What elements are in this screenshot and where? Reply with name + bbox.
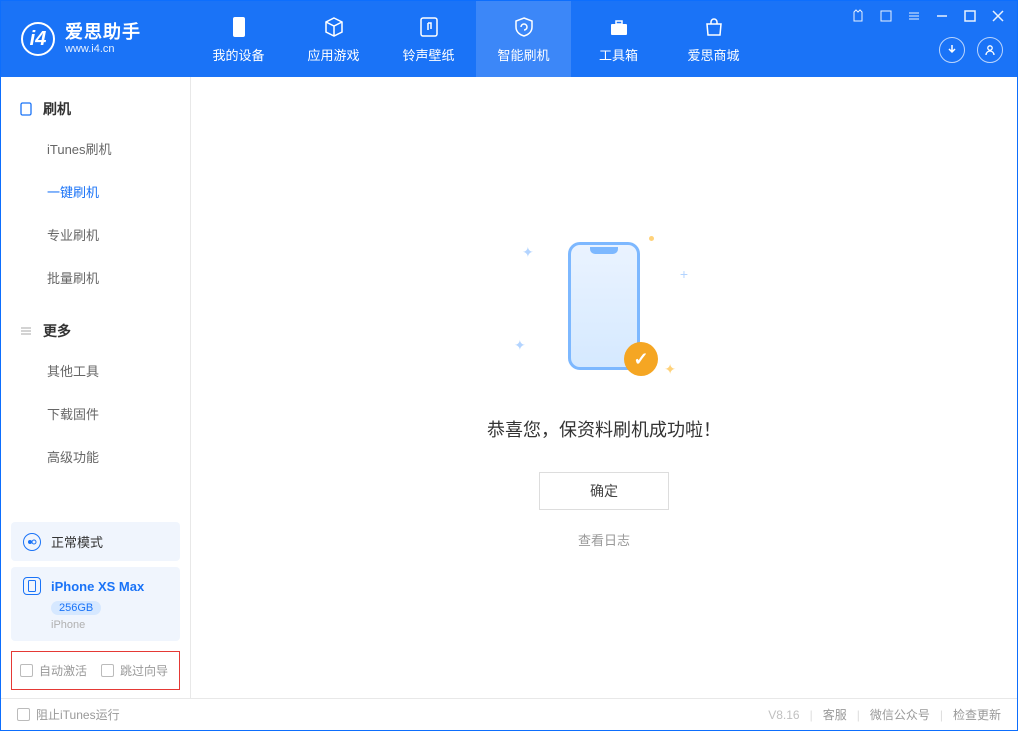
note-icon[interactable] — [879, 9, 893, 23]
header-right-circles — [939, 37, 1003, 63]
music-icon — [417, 15, 441, 39]
sidebar-item-pro-flash[interactable]: 专业刷机 — [1, 213, 190, 256]
logo-title: 爱思助手 — [65, 22, 141, 44]
main-content: ✦ ✦ + ✦ ✓ 恭喜您，保资料刷机成功啦！ 确定 查看日志 — [191, 77, 1017, 698]
download-circle-icon[interactable] — [939, 37, 965, 63]
sidebar-item-other-tools[interactable]: 其他工具 — [1, 349, 190, 392]
checkmark-badge-icon: ✓ — [624, 342, 658, 376]
app-window: i4 爱思助手 www.i4.cn 我的设备 应用游戏 铃声壁纸 智能刷机 — [0, 0, 1018, 731]
device-card[interactable]: iPhone XS Max 256GB iPhone — [11, 567, 180, 641]
sidebar-item-itunes-flash[interactable]: iTunes刷机 — [1, 127, 190, 170]
sidebar-item-batch-flash[interactable]: 批量刷机 — [1, 256, 190, 299]
mode-label: 正常模式 — [51, 532, 103, 551]
shop-icon — [702, 15, 726, 39]
body: 刷机 iTunes刷机 一键刷机 专业刷机 批量刷机 更多 其他工具 下载固件 … — [1, 77, 1017, 698]
sparkle-icon: ✦ — [522, 244, 534, 261]
window-controls — [851, 9, 1005, 23]
device-icon — [227, 15, 251, 39]
sidebar: 刷机 iTunes刷机 一键刷机 专业刷机 批量刷机 更多 其他工具 下载固件 … — [1, 77, 191, 698]
logo-subtitle: www.i4.cn — [65, 43, 141, 56]
sidebar-header-flash: 刷机 — [1, 91, 190, 127]
highlighted-checkbox-area: 自动激活 跳过向导 — [11, 651, 180, 690]
support-link[interactable]: 客服 — [823, 706, 847, 723]
checkbox-icon — [101, 664, 114, 677]
checkbox-auto-activate[interactable]: 自动激活 — [20, 662, 87, 679]
menu-icon[interactable] — [907, 9, 921, 23]
tab-toolbox[interactable]: 工具箱 — [571, 1, 666, 77]
user-circle-icon[interactable] — [977, 37, 1003, 63]
sidebar-item-download-firmware[interactable]: 下载固件 — [1, 392, 190, 435]
ok-button[interactable]: 确定 — [539, 472, 669, 510]
toolbox-icon — [607, 15, 631, 39]
sidebar-header-more: 更多 — [1, 313, 190, 349]
sparkle-icon: ✦ — [664, 361, 676, 378]
refresh-shield-icon — [512, 15, 536, 39]
logo-area[interactable]: i4 爱思助手 www.i4.cn — [1, 22, 191, 57]
close-icon[interactable] — [991, 9, 1005, 23]
storage-badge: 256GB — [51, 601, 101, 615]
tab-smart-flash[interactable]: 智能刷机 — [476, 1, 571, 77]
nav-tabs: 我的设备 应用游戏 铃声壁纸 智能刷机 工具箱 爱思商城 — [191, 1, 761, 77]
header: i4 爱思助手 www.i4.cn 我的设备 应用游戏 铃声壁纸 智能刷机 — [1, 1, 1017, 77]
minimize-icon[interactable] — [935, 9, 949, 23]
sidebar-item-onekey-flash[interactable]: 一键刷机 — [1, 170, 190, 213]
sidebar-section-more: 更多 其他工具 下载固件 高级功能 — [1, 299, 190, 478]
success-message: 恭喜您，保资料刷机成功啦！ — [487, 416, 721, 442]
footer-right: V8.16 | 客服 | 微信公众号 | 检查更新 — [768, 706, 1001, 723]
sparkle-icon: ✦ — [514, 337, 526, 354]
checkbox-block-itunes[interactable]: 阻止iTunes运行 — [17, 706, 120, 723]
logo-icon: i4 — [21, 22, 55, 56]
sparkle-icon: + — [680, 266, 688, 282]
checkbox-icon — [20, 664, 33, 677]
tab-apps-games[interactable]: 应用游戏 — [286, 1, 381, 77]
phone-icon — [19, 102, 33, 116]
success-illustration: ✦ ✦ + ✦ ✓ — [504, 226, 704, 386]
dot-icon — [649, 236, 654, 241]
checkbox-icon — [17, 708, 30, 721]
list-icon — [19, 324, 33, 338]
tab-ringtones[interactable]: 铃声壁纸 — [381, 1, 476, 77]
wechat-link[interactable]: 微信公众号 — [870, 706, 930, 723]
shirt-icon[interactable] — [851, 9, 865, 23]
footer: 阻止iTunes运行 V8.16 | 客服 | 微信公众号 | 检查更新 — [1, 698, 1017, 730]
sidebar-bottom: 正常模式 iPhone XS Max 256GB iPhone 自动激活 — [1, 516, 190, 698]
checkbox-skip-guide[interactable]: 跳过向导 — [101, 662, 168, 679]
cube-icon — [322, 15, 346, 39]
device-name: iPhone XS Max — [51, 579, 144, 594]
view-log-link[interactable]: 查看日志 — [578, 530, 630, 549]
mode-card[interactable]: 正常模式 — [11, 522, 180, 561]
sidebar-section-flash: 刷机 iTunes刷机 一键刷机 专业刷机 批量刷机 — [1, 77, 190, 299]
version-label: V8.16 — [768, 708, 799, 722]
mode-icon — [23, 533, 41, 551]
device-type: iPhone — [51, 619, 168, 631]
device-small-icon — [23, 577, 41, 595]
tab-my-device[interactable]: 我的设备 — [191, 1, 286, 77]
tab-store[interactable]: 爱思商城 — [666, 1, 761, 77]
check-update-link[interactable]: 检查更新 — [953, 706, 1001, 723]
maximize-icon[interactable] — [963, 9, 977, 23]
sidebar-item-advanced[interactable]: 高级功能 — [1, 435, 190, 478]
